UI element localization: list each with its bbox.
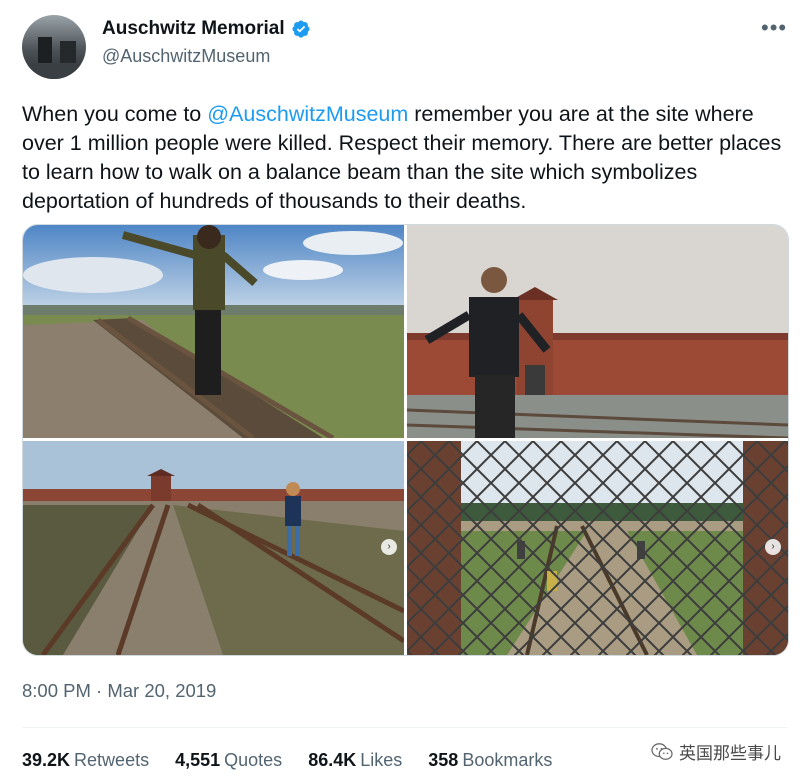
retweets-label: Retweets — [74, 750, 150, 770]
tweet-timestamp[interactable]: 8:00 PM · Mar 20, 2019 — [22, 680, 216, 702]
photo-woman-on-tracks[interactable] — [23, 225, 404, 438]
author-display-name[interactable]: Auschwitz Memorial — [102, 18, 285, 40]
photo-through-fence[interactable]: › — [407, 441, 788, 655]
bookmarks-stat[interactable]: 358 Bookmarks — [428, 750, 552, 771]
verified-badge-icon — [292, 20, 310, 38]
avatar-tower — [38, 37, 52, 63]
quotes-label: Quotes — [224, 750, 283, 770]
retweets-count: 39.2K — [22, 750, 71, 770]
quotes-count: 4,551 — [175, 750, 221, 770]
photo-man-at-gatehouse[interactable] — [407, 225, 788, 438]
avatar[interactable] — [22, 15, 86, 79]
avatar-building — [60, 41, 76, 63]
bookmarks-count: 358 — [428, 750, 459, 770]
watermark: 英国那些事儿 — [651, 739, 781, 764]
tweet-text-before: When you come to — [22, 102, 208, 126]
engagement-stats: 39.2K Retweets 4,551 Quotes 86.4K Likes 358… — [22, 750, 578, 771]
likes-stat[interactable]: 86.4K Likes — [308, 750, 402, 771]
media-grid: › › — [22, 224, 789, 656]
tweet-text: When you come to @AuschwitzMuseum rememb… — [22, 100, 794, 216]
watermark-text: 英国那些事儿 — [679, 744, 781, 763]
photo-woman-on-rail[interactable]: › — [23, 441, 404, 655]
likes-count: 86.4K — [308, 750, 357, 770]
next-photo-icon[interactable]: › — [765, 539, 781, 555]
divider — [22, 727, 787, 728]
mention-link[interactable]: @AuschwitzMuseum — [207, 102, 408, 126]
quotes-stat[interactable]: 4,551 Quotes — [175, 750, 282, 771]
more-horizontal-icon[interactable]: ••• — [761, 17, 786, 40]
wechat-icon — [651, 742, 673, 760]
retweets-stat[interactable]: 39.2K Retweets — [22, 750, 149, 771]
next-photo-icon[interactable]: › — [381, 539, 397, 555]
author-handle[interactable]: @AuschwitzMuseum — [102, 46, 270, 67]
author-name-row: Auschwitz Memorial — [102, 18, 311, 40]
avatar-ground — [22, 65, 86, 79]
likes-label: Likes — [360, 750, 403, 770]
bookmarks-label: Bookmarks — [462, 750, 553, 770]
